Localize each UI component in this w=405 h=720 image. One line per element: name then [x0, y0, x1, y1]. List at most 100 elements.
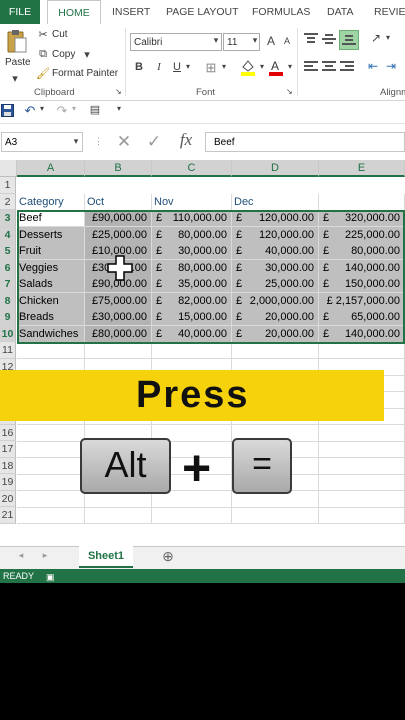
category-cell[interactable]: Veggies — [17, 259, 85, 277]
copy-button[interactable]: Copy — [52, 49, 75, 60]
confirm-entry-icon[interactable]: ✓ — [144, 132, 164, 152]
row-header-2[interactable]: 2 — [0, 193, 16, 210]
empty-cell[interactable] — [17, 342, 85, 359]
row-header-7[interactable]: 7 — [0, 276, 16, 293]
font-launcher-icon[interactable]: ↘ — [286, 87, 293, 96]
column-header-c[interactable]: C — [152, 160, 232, 177]
select-all-corner[interactable] — [0, 160, 17, 177]
align-right-icon[interactable] — [339, 60, 355, 74]
row-header-5[interactable]: 5 — [0, 243, 16, 260]
oct-cell[interactable]: £80,000.00 — [85, 325, 152, 343]
underline-dropdown-icon[interactable]: ▾ — [184, 62, 192, 71]
column-header-a[interactable]: A — [17, 160, 85, 177]
row-header-1[interactable]: 1 — [0, 177, 16, 194]
empty-cell[interactable] — [319, 424, 405, 442]
fill-color-dropdown-icon[interactable]: ▾ — [258, 62, 266, 71]
header-cell[interactable]: Dec — [232, 193, 319, 211]
italic-button[interactable]: I — [152, 61, 166, 73]
dec-cell[interactable]: £20,000.00 — [232, 309, 319, 326]
row-header-17[interactable]: 17 — [0, 441, 16, 458]
tot-cell[interactable]: £225,000.00 — [319, 226, 405, 244]
empty-cell[interactable] — [319, 342, 405, 359]
empty-cell[interactable] — [152, 507, 232, 524]
row-header-18[interactable]: 18 — [0, 457, 16, 474]
font-color-icon[interactable]: A — [268, 58, 284, 76]
redo-icon[interactable]: ↷ — [54, 103, 70, 119]
orientation-dropdown-icon[interactable]: ▾ — [384, 33, 392, 42]
formula-input[interactable]: Beef — [205, 132, 405, 152]
oct-cell[interactable]: £30,000.00 — [85, 309, 152, 326]
category-cell[interactable]: Chicken — [17, 292, 85, 310]
nov-cell[interactable]: £110,000.00 — [152, 210, 232, 227]
row-header-16[interactable]: 16 — [0, 424, 16, 441]
tab-insert[interactable]: INSERT — [112, 0, 150, 24]
increase-indent-icon[interactable]: ⇥ — [383, 59, 399, 73]
column-header-e[interactable]: E — [319, 160, 405, 177]
font-color-dropdown-icon[interactable]: ▾ — [286, 62, 294, 71]
oct-cell[interactable]: £25,000.00 — [85, 226, 152, 244]
shrink-font-icon[interactable]: A — [281, 36, 293, 46]
format-painter-icon[interactable]: 🖌 — [36, 67, 50, 80]
row-header-9[interactable]: 9 — [0, 309, 16, 326]
format-painter-button[interactable]: Format Painter — [52, 68, 118, 79]
tot-cell[interactable]: £65,000.00 — [319, 309, 405, 326]
dec-cell[interactable]: £25,000.00 — [232, 276, 319, 293]
category-cell[interactable]: Desserts — [17, 226, 85, 244]
tab-formulas[interactable]: FORMULAS — [252, 0, 310, 24]
scissors-icon[interactable]: ✂ — [36, 28, 50, 41]
empty-cell[interactable] — [17, 441, 85, 458]
dec-cell[interactable]: £120,000.00 — [232, 210, 319, 227]
dec-cell[interactable]: £20,000.00 — [232, 325, 319, 343]
name-box-dropdown-icon[interactable]: ▾ — [71, 136, 81, 147]
cut-button[interactable]: Cut — [52, 29, 68, 40]
copy-icon[interactable]: ⧉ — [36, 48, 50, 61]
tab-data[interactable]: DATA — [327, 0, 353, 24]
empty-cell[interactable] — [232, 507, 319, 524]
oct-cell[interactable]: £75,000.00 — [85, 292, 152, 310]
customize-qat-icon[interactable]: ▾ — [114, 104, 124, 113]
tot-cell[interactable]: £320,000.00 — [319, 210, 405, 227]
tot-cell[interactable]: £80,000.00 — [319, 243, 405, 260]
header-cell[interactable]: Oct — [85, 193, 152, 211]
align-center-icon[interactable] — [321, 60, 337, 74]
empty-cell[interactable] — [319, 490, 405, 508]
save-icon[interactable] — [0, 104, 14, 118]
tab-file[interactable]: FILE — [0, 0, 40, 24]
column-header-b[interactable]: B — [85, 160, 152, 177]
decrease-indent-icon[interactable]: ⇤ — [365, 59, 381, 73]
empty-cell[interactable] — [17, 457, 85, 475]
dec-cell[interactable]: £30,000.00 — [232, 259, 319, 277]
row-header-6[interactable]: 6 — [0, 259, 16, 276]
empty-cell[interactable] — [17, 474, 85, 491]
category-cell[interactable]: Beef — [17, 210, 85, 227]
underline-button[interactable]: U — [170, 61, 184, 73]
empty-cell[interactable] — [232, 342, 319, 359]
nov-cell[interactable]: £40,000.00 — [152, 325, 232, 343]
paste-icon[interactable] — [6, 28, 28, 53]
clipboard-launcher-icon[interactable]: ↘ — [115, 87, 122, 96]
fill-color-icon[interactable] — [240, 58, 256, 76]
empty-cell[interactable] — [319, 457, 405, 475]
nov-cell[interactable]: £80,000.00 — [152, 226, 232, 244]
row-header-3[interactable]: 3 — [0, 210, 16, 227]
row-header-8[interactable]: 8 — [0, 292, 16, 309]
borders-icon[interactable]: ⊞ — [204, 60, 218, 76]
row-header-11[interactable]: 11 — [0, 342, 16, 359]
form-icon[interactable]: ▤ — [88, 103, 102, 116]
font-name-box[interactable]: Calibri — [130, 33, 222, 51]
empty-cell[interactable] — [17, 490, 85, 508]
nov-cell[interactable]: £82,000.00 — [152, 292, 232, 310]
undo-dropdown-icon[interactable]: ▾ — [38, 104, 46, 113]
category-cell[interactable]: Fruit — [17, 243, 85, 260]
cancel-entry-icon[interactable]: ✕ — [114, 132, 134, 152]
dec-cell[interactable]: £120,000.00 — [232, 226, 319, 244]
category-cell[interactable]: Breads — [17, 309, 85, 326]
top-align-icon[interactable] — [303, 32, 319, 46]
macro-record-icon[interactable]: ▣ — [46, 570, 55, 583]
tot-cell[interactable]: £ 2,157,000.00 — [319, 292, 405, 310]
empty-cell[interactable] — [17, 507, 85, 524]
insert-function-icon[interactable]: fx — [174, 130, 198, 150]
tot-cell[interactable]: £140,000.00 — [319, 259, 405, 277]
row-header-4[interactable]: 4 — [0, 226, 16, 243]
scroll-left-icon[interactable]: ◂ — [16, 550, 26, 561]
